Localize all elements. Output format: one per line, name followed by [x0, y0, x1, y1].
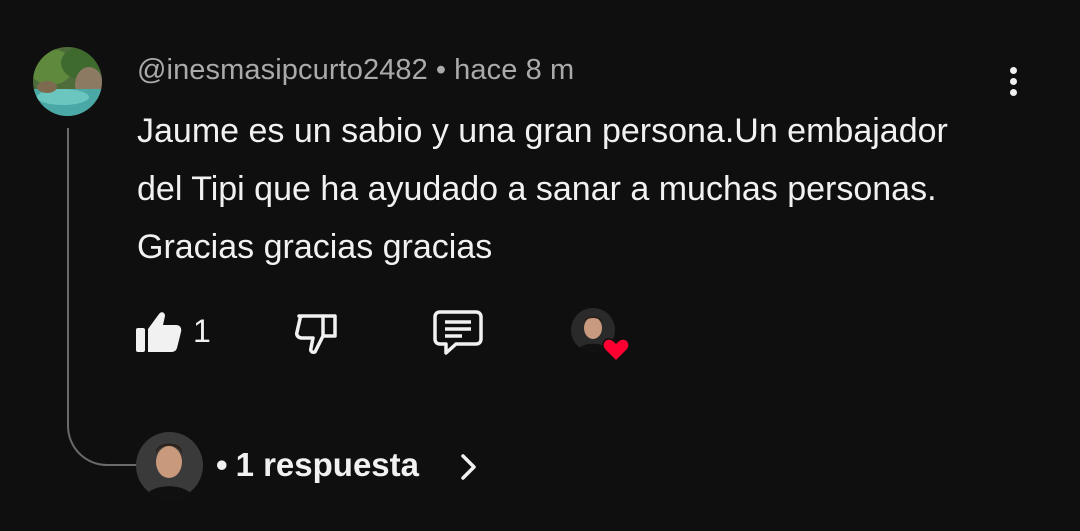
more-vert-icon[interactable] — [996, 60, 1030, 102]
replies-separator: • — [216, 446, 228, 483]
meta-separator: • — [435, 54, 447, 86]
creator-heart-badge[interactable] — [571, 308, 631, 363]
thread-connector-line — [67, 128, 137, 466]
replies-count-label: 1 respuesta — [235, 446, 419, 483]
thumbs-down-icon — [295, 314, 337, 354]
comment-meta: @inesmasipcurto2482 • hace 8 m — [137, 54, 574, 87]
thumbs-up-icon — [136, 312, 182, 352]
chevron-right-icon — [461, 454, 476, 480]
heart-icon — [602, 338, 630, 363]
reply-author-avatar — [136, 432, 203, 499]
replies-label: • 1 respuesta — [216, 446, 419, 484]
like-button[interactable] — [134, 308, 184, 356]
like-count: 1 — [193, 313, 211, 349]
comment-time: hace 8 m — [454, 54, 575, 86]
comment-author[interactable]: @inesmasipcurto2482 — [137, 54, 428, 86]
comment-icon — [433, 310, 483, 355]
reply-button[interactable] — [432, 308, 484, 356]
comment-text: Jaume es un sabio y una gran persona.Un … — [137, 112, 948, 266]
dislike-button[interactable] — [293, 308, 341, 356]
commenter-avatar[interactable] — [33, 47, 102, 116]
